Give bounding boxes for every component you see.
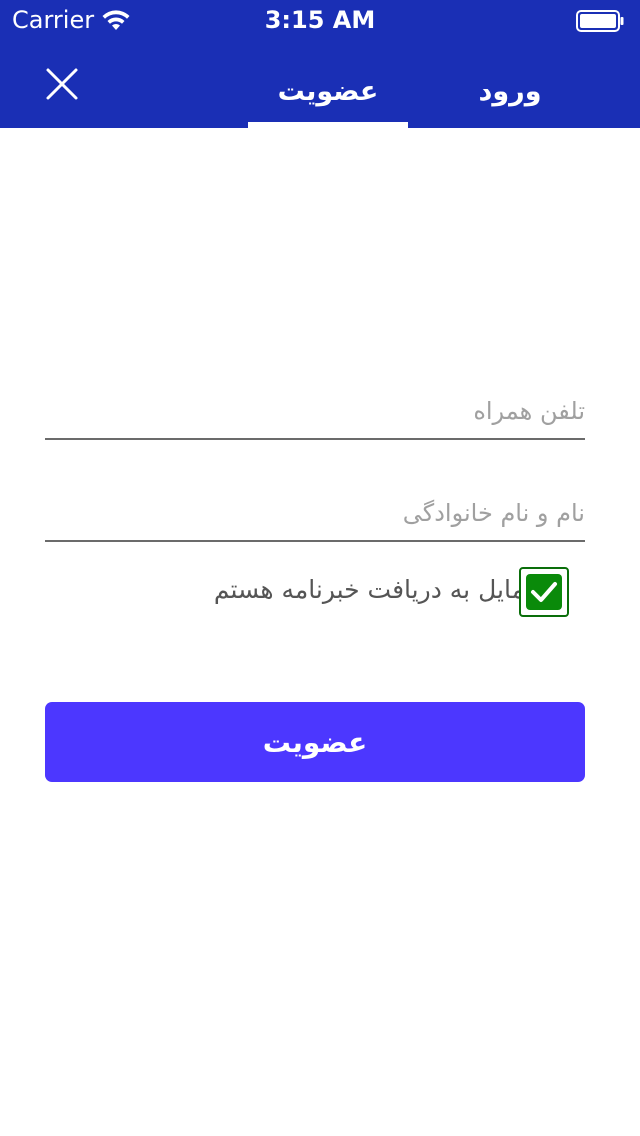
signup-button[interactable]: عضویت bbox=[45, 702, 585, 782]
newsletter-label: مایل به دریافت خبرنامه هستم bbox=[213, 575, 525, 604]
tab-login[interactable]: ورود bbox=[430, 72, 590, 112]
full-name-input[interactable] bbox=[45, 486, 585, 542]
checkmark-icon bbox=[531, 582, 557, 602]
status-time: 3:15 AM bbox=[264, 6, 376, 34]
phone-input[interactable] bbox=[45, 384, 585, 440]
battery-icon bbox=[576, 10, 624, 32]
app-header: Carrier 3:15 AM عضویت ورود bbox=[0, 0, 640, 128]
tab-signup[interactable]: عضویت bbox=[248, 72, 408, 112]
status-bar: Carrier 3:15 AM bbox=[0, 0, 640, 40]
close-icon[interactable] bbox=[42, 64, 82, 104]
checkbox-checked-fill bbox=[526, 574, 562, 610]
active-tab-indicator bbox=[248, 122, 408, 128]
newsletter-checkbox[interactable] bbox=[519, 567, 569, 617]
